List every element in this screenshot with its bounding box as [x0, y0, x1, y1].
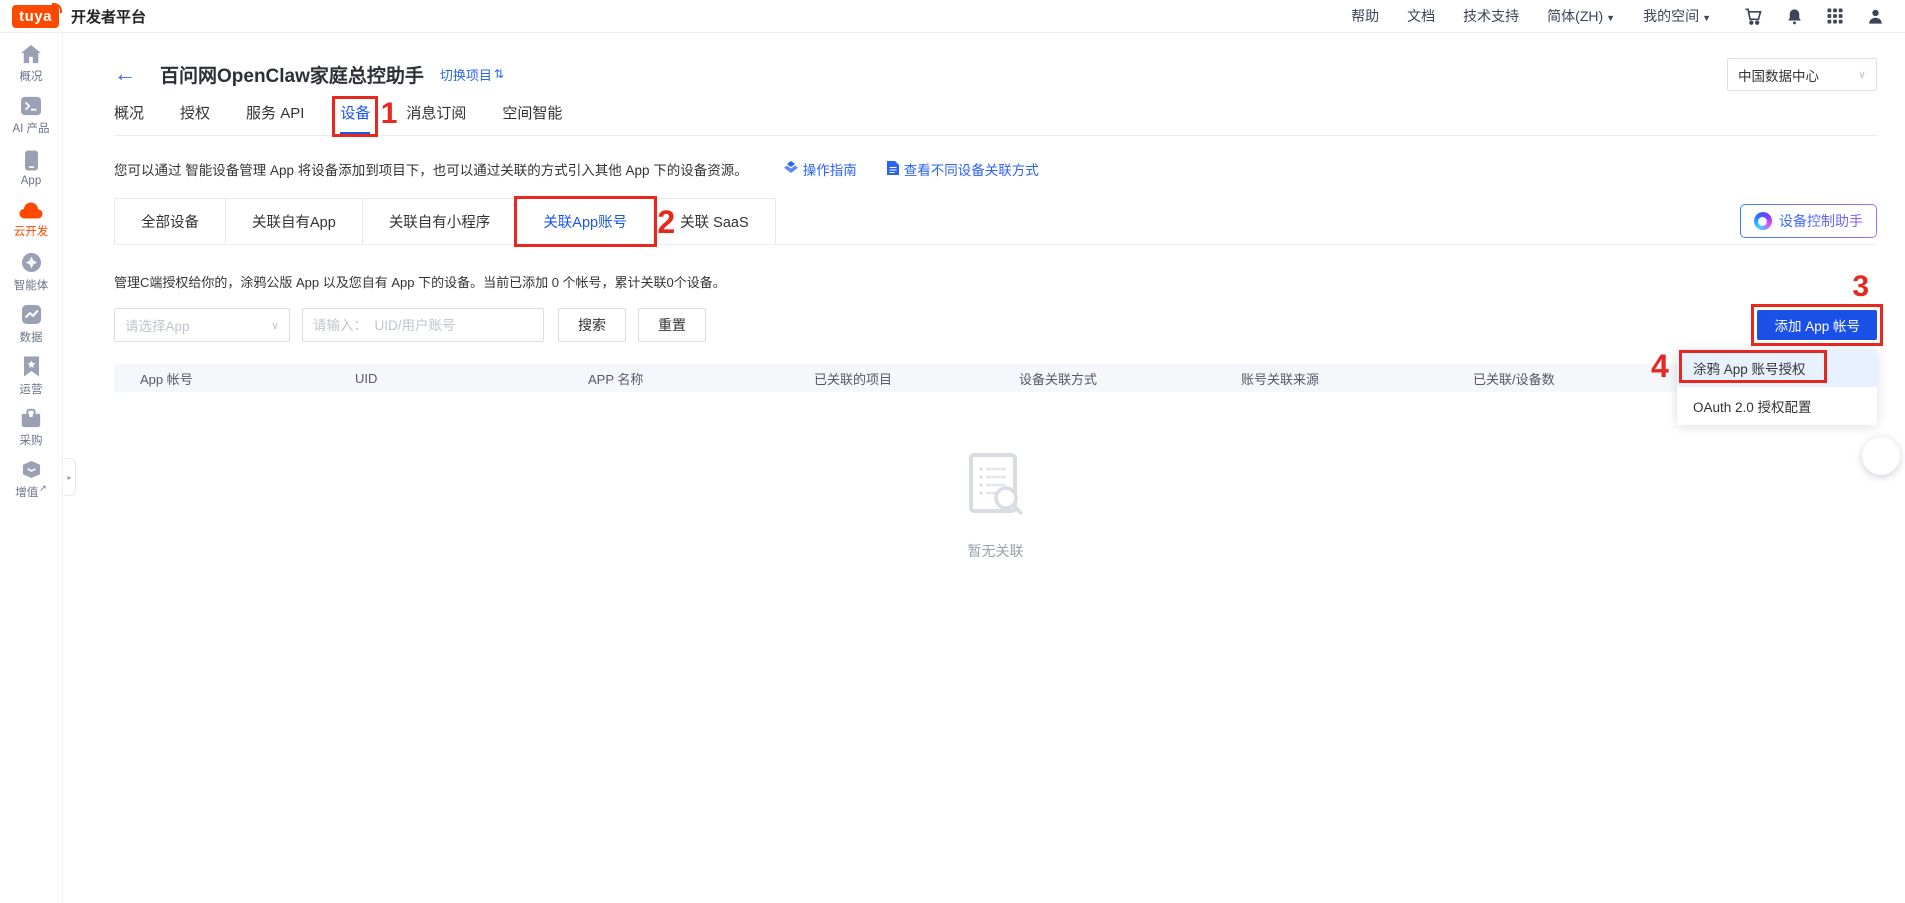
col-uid: UID [355, 371, 588, 386]
subtab-app-account[interactable]: 关联App账号 2 [516, 198, 654, 244]
tuya-developer-platform: tuya 开发者平台 帮助 文档 技术支持 简体(ZH)▼ 我的空间▼ 概况 A… [0, 0, 1905, 903]
sidebar-item-operation[interactable]: 运营 [0, 354, 63, 398]
notice-text: 您可以通过 智能设备管理 App 将设备添加到项目下，也可以通过关联的方式引入其… [114, 159, 748, 179]
tab-authorization[interactable]: 授权 [180, 102, 210, 135]
empty-text: 暂无关联 [114, 541, 1877, 561]
chevron-down-icon: ∨ [271, 319, 279, 332]
docs-link[interactable]: 文档 [1407, 6, 1435, 26]
relation-methods-link[interactable]: 查看不同设备关联方式 [887, 159, 1039, 179]
sidebar-item-overview[interactable]: 概况 [0, 42, 63, 86]
sidebar-item-cloud-dev[interactable]: 云开发 [0, 198, 63, 242]
topbar-menu: 帮助 文档 技术支持 简体(ZH)▼ 我的空间▼ [1351, 6, 1885, 26]
chart-icon [21, 304, 42, 325]
subtab-all-devices[interactable]: 全部设备 [114, 198, 226, 244]
language-menu[interactable]: 简体(ZH)▼ [1547, 6, 1615, 26]
apps-grid-icon[interactable] [1826, 7, 1844, 25]
bookmark-star-icon [23, 356, 40, 377]
sort-icon[interactable]: ⇅ [494, 67, 504, 81]
tab-overview[interactable]: 概况 [114, 102, 144, 135]
empty-state: 暂无关联 [114, 452, 1877, 561]
empty-document-search-icon [968, 505, 1024, 522]
guide-icon [784, 161, 798, 178]
sidebar-item-value-added[interactable]: 增值↗ [0, 458, 63, 502]
subtab-saas[interactable]: 关联 SaaS [653, 198, 776, 244]
tab-message-subscribe[interactable]: 消息订阅 [406, 102, 466, 135]
add-account-dropdown: 涂鸦 App 账号授权 4 OAuth 2.0 授权配置 [1677, 349, 1877, 425]
col-account-source: 账号关联来源 [1241, 369, 1473, 388]
compass-icon [21, 252, 42, 273]
sidebar-item-app[interactable]: App [0, 146, 63, 190]
caret-down-icon: ▼ [1606, 13, 1615, 23]
cloud-icon [19, 202, 43, 219]
cart-icon[interactable] [1743, 6, 1763, 26]
tab-devices[interactable]: 设备 1 [340, 102, 370, 135]
mobile-icon [24, 150, 39, 171]
add-app-account-button[interactable]: 添加 App 帐号 [1757, 310, 1877, 340]
col-linked-projects: 已关联的项目 [814, 369, 1019, 388]
uid-search-input[interactable] [302, 308, 544, 342]
search-button[interactable]: 搜索 [558, 308, 626, 342]
page-title: 百问网OpenClaw家庭总控助手 [160, 61, 424, 88]
caret-down-icon: ▼ [1702, 13, 1711, 23]
accounts-table-header: App 帐号 UID APP 名称 已关联的项目 设备关联方式 账号关联来源 已… [114, 364, 1877, 392]
support-link[interactable]: 技术支持 [1463, 6, 1519, 26]
my-space-menu[interactable]: 我的空间▼ [1643, 6, 1711, 26]
project-header: ← 百问网OpenClaw家庭总控助手 切换项目 ⇅ [114, 59, 1877, 89]
home-icon [20, 44, 42, 64]
external-link-icon: ↗ [39, 483, 47, 493]
tab-service-api[interactable]: 服务 API [246, 102, 304, 135]
manage-description: 管理C端授权给你的，涂鸦公版 App 以及您自有 App 下的设备。当前已添加 … [114, 272, 1877, 291]
sidebar-item-agent[interactable]: 智能体 [0, 250, 63, 294]
sidebar-item-ai-products[interactable]: AI 产品 [0, 94, 63, 138]
value-box-icon [21, 460, 42, 479]
operation-guide-link[interactable]: 操作指南 [784, 159, 857, 179]
tab-space-intelligence[interactable]: 空间智能 [502, 102, 562, 135]
chevron-down-icon: ∨ [1858, 68, 1866, 81]
filter-row: 请选择App ∨ 搜索 重置 添加 App 帐号 3 [114, 308, 1877, 342]
document-icon [887, 161, 899, 178]
subtab-own-miniprogram[interactable]: 关联自有小程序 [362, 198, 518, 244]
switch-project-link[interactable]: 切换项目 [440, 65, 492, 84]
tuya-logo[interactable]: tuya [12, 5, 59, 28]
datacenter-select[interactable]: 中国数据中心 ∨ [1727, 58, 1877, 91]
col-app-account: App 帐号 [140, 369, 355, 388]
device-control-assistant-button[interactable]: 设备控制助手 [1740, 204, 1877, 238]
main-content: ← 百问网OpenClaw家庭总控助手 切换项目 ⇅ 中国数据中心 ∨ 概况 授… [64, 34, 1905, 903]
annotation-number-1: 1 [381, 99, 398, 129]
sidebar-item-purchase[interactable]: 采购 [0, 406, 63, 450]
topbar: tuya 开发者平台 帮助 文档 技术支持 简体(ZH)▼ 我的空间▼ [0, 0, 1905, 33]
briefcase-icon [20, 408, 42, 428]
device-subtabs: 全部设备 关联自有App 关联自有小程序 关联App账号 2 关联 SaaS 设… [114, 198, 1877, 245]
user-icon[interactable] [1866, 7, 1885, 26]
menu-item-tuya-app-auth[interactable]: 涂鸦 App 账号授权 4 [1677, 349, 1877, 387]
subtab-own-app[interactable]: 关联自有App [225, 198, 363, 244]
floating-assistant-icon[interactable] [1862, 437, 1900, 475]
project-tabs: 概况 授权 服务 API 设备 1 消息订阅 空间智能 [114, 102, 1877, 136]
ai-assistant-icon [1754, 212, 1772, 230]
sidebar: 概况 AI 产品 App 云开发 智能体 数据 运营 采购 [0, 34, 63, 903]
col-link-method: 设备关联方式 [1019, 369, 1241, 388]
menu-item-oauth-config[interactable]: OAuth 2.0 授权配置 [1677, 387, 1877, 425]
platform-title: 开发者平台 [71, 6, 146, 27]
sidebar-collapse-handle[interactable]: ▸ [63, 458, 76, 496]
device-notice: 您可以通过 智能设备管理 App 将设备添加到项目下，也可以通过关联的方式引入其… [114, 159, 1877, 179]
bell-icon[interactable] [1785, 7, 1804, 26]
sidebar-item-data[interactable]: 数据 [0, 302, 63, 346]
active-tab-underline [340, 132, 370, 135]
back-arrow-icon[interactable]: ← [114, 63, 136, 85]
col-app-name: APP 名称 [588, 369, 814, 388]
reset-button[interactable]: 重置 [638, 308, 706, 342]
app-select[interactable]: 请选择App ∨ [114, 308, 290, 342]
terminal-icon [20, 96, 42, 116]
help-link[interactable]: 帮助 [1351, 6, 1379, 26]
